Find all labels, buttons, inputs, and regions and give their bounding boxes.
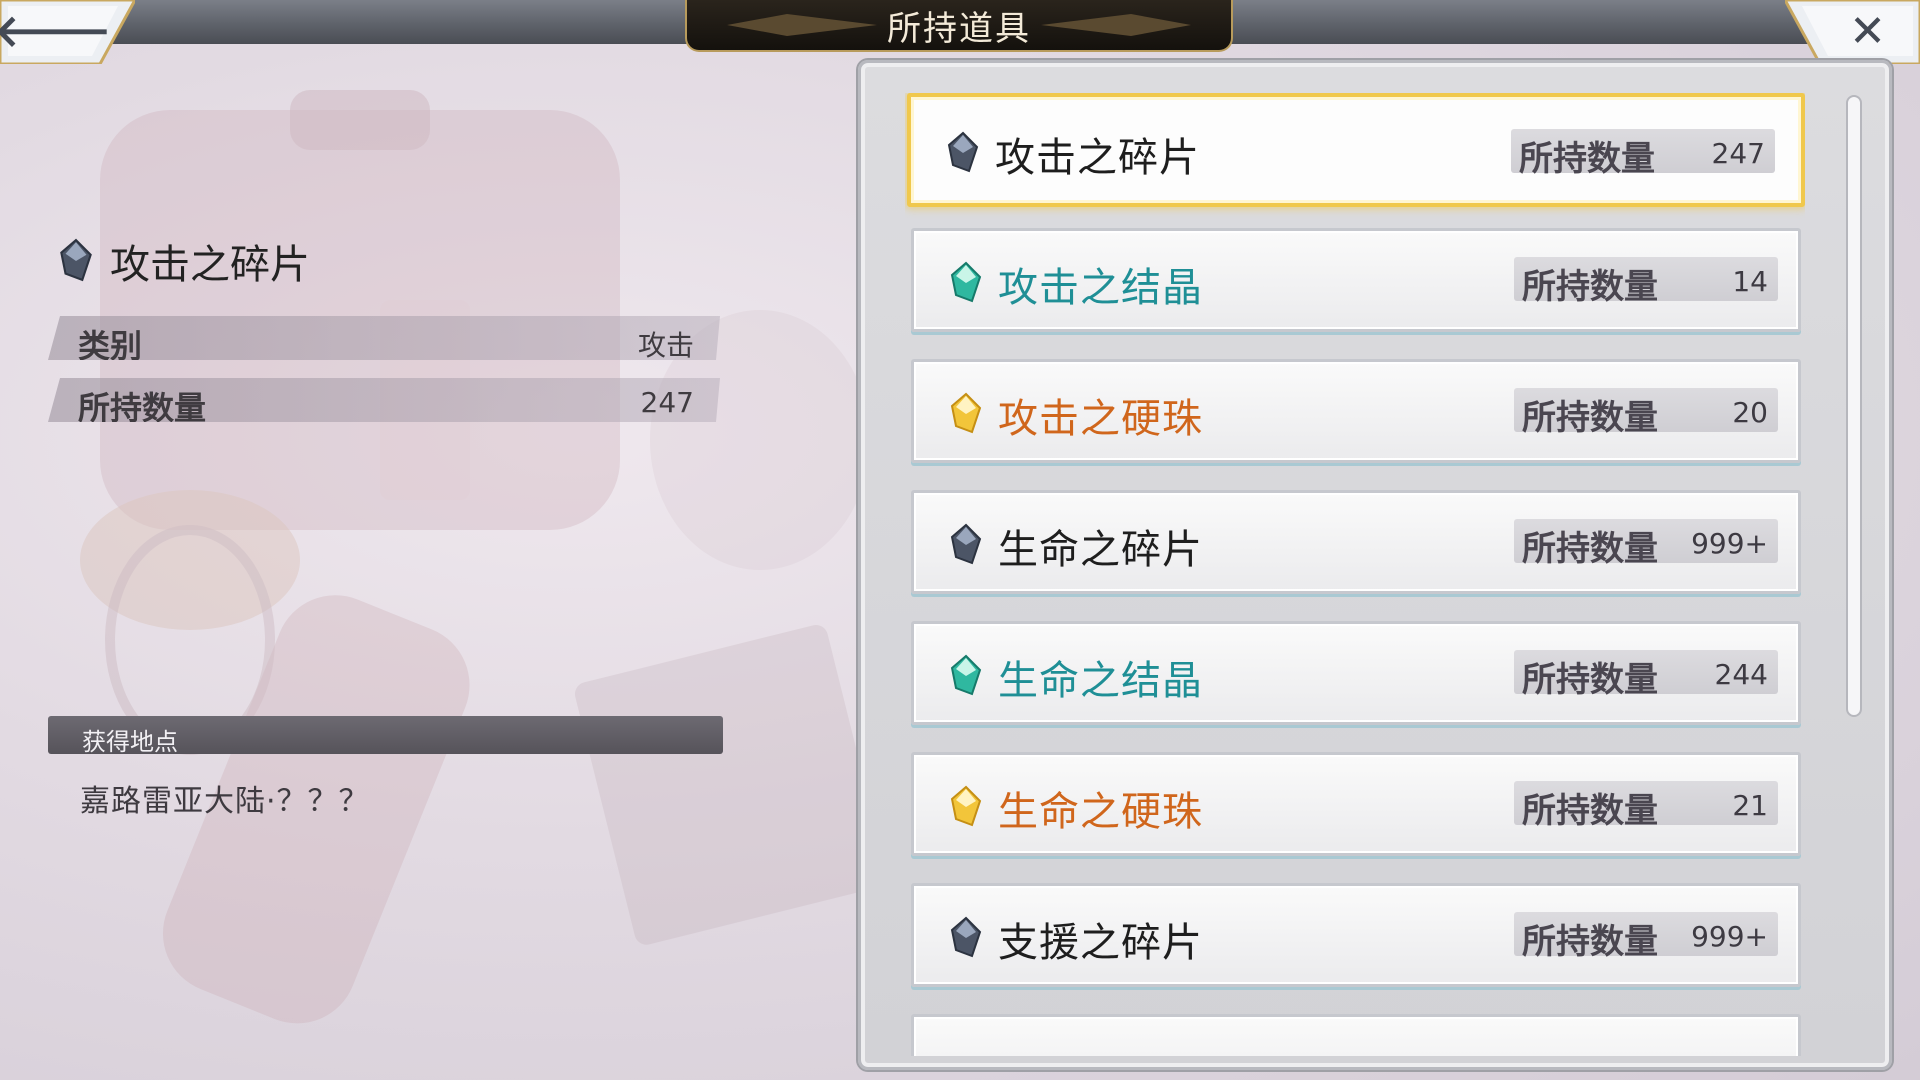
owned-count-box: 所持数量 999+	[1514, 912, 1778, 962]
list-item-name: 攻击之碎片	[995, 135, 1200, 181]
owned-count-box: 所持数量 247	[1511, 129, 1775, 179]
detail-item-name: 攻击之碎片	[110, 242, 310, 288]
background-illustration	[80, 90, 888, 1024]
list-item-name: 攻击之结晶	[998, 265, 1203, 311]
owned-count-label: 所持数量	[1522, 660, 1658, 700]
list-item-partial[interactable]	[911, 1014, 1801, 1056]
list-item-name: 生命之碎片	[998, 527, 1203, 573]
gem-shard-icon	[947, 131, 979, 173]
title-ornament-right-icon	[1041, 14, 1191, 36]
title-ornament-left-icon	[727, 14, 877, 36]
obtain-location-header: 获得地点	[48, 716, 723, 756]
item-list[interactable]: 攻击之碎片 所持数量 247 攻击之结晶 所持数量 14 攻击之硬珠 所持数量 20 生命之碎片所…	[905, 93, 1805, 1056]
obtain-location-text: 嘉路雷亚大陆·？？？	[80, 784, 370, 819]
owned-count-label: 所持数量	[1519, 139, 1655, 179]
owned-count-box: 所持数量 20	[1514, 388, 1778, 438]
list-item-name: 支援之碎片	[998, 920, 1203, 966]
back-arrow-icon: 🡐	[0, 6, 112, 57]
owned-count-label: 所持数量	[1522, 267, 1658, 307]
list-item[interactable]: 生命之碎片 所持数量 999+	[911, 490, 1801, 594]
obtain-location-label: 获得地点	[82, 728, 178, 756]
owned-count-value: 247	[1711, 137, 1765, 170]
list-item[interactable]: 生命之结晶 所持数量 244	[911, 621, 1801, 725]
gem-shard-icon	[950, 916, 982, 958]
owned-count-box: 所持数量 21	[1514, 781, 1778, 831]
close-icon: ✕	[1849, 6, 1886, 57]
owned-count-value: 20	[1732, 396, 1768, 429]
owned-count-label: 所持数量	[1522, 529, 1658, 569]
owned-count-value: 21	[1732, 789, 1768, 822]
list-item-name: 攻击之硬珠	[998, 396, 1203, 442]
list-item[interactable]: 支援之碎片 所持数量 999+	[911, 883, 1801, 987]
item-list-panel: 攻击之碎片 所持数量 247 攻击之结晶 所持数量 14 攻击之硬珠 所持数量 20 生命之碎片所…	[858, 60, 1892, 1070]
list-item[interactable]: 生命之硬珠 所持数量 21	[911, 752, 1801, 856]
list-item[interactable]: 攻击之硬珠 所持数量 20	[911, 359, 1801, 463]
owned-count-box: 所持数量 999+	[1514, 519, 1778, 569]
owned-count-box: 所持数量 14	[1514, 257, 1778, 307]
owned-count-value: 14	[1732, 265, 1768, 298]
list-item[interactable]: 攻击之结晶 所持数量 14	[911, 228, 1801, 332]
owned-count-value: 247	[640, 386, 694, 419]
list-item-name: 生命之结晶	[998, 658, 1203, 704]
title-plate: 所持道具	[685, 0, 1233, 52]
owned-count-row: 所持数量 247	[48, 378, 720, 422]
gem-orb-icon	[950, 392, 982, 434]
owned-count-label: 所持数量	[1522, 922, 1658, 962]
scrollbar[interactable]	[1846, 95, 1862, 717]
owned-count-value: 999+	[1691, 920, 1768, 953]
gem-shard-icon	[950, 523, 982, 565]
gem-crystal-icon	[950, 261, 982, 303]
gem-orb-icon	[950, 785, 982, 827]
owned-count-label: 所持数量	[1522, 791, 1658, 831]
category-row: 类别 攻击	[48, 316, 720, 360]
owned-count-value: 244	[1714, 658, 1768, 691]
category-value: 攻击	[637, 329, 694, 362]
owned-count-label: 所持数量	[1522, 398, 1658, 438]
page-title: 所持道具	[887, 8, 1031, 49]
list-item[interactable]: 攻击之碎片 所持数量 247	[907, 93, 1805, 207]
back-button[interactable]: 🡐	[0, 0, 135, 64]
close-button[interactable]: ✕	[1785, 0, 1920, 64]
gem-shard-icon	[60, 238, 92, 282]
owned-count-box: 所持数量 244	[1514, 650, 1778, 700]
owned-count-value: 999+	[1691, 527, 1768, 560]
list-item-name: 生命之硬珠	[998, 789, 1203, 835]
gem-crystal-icon	[950, 654, 982, 696]
